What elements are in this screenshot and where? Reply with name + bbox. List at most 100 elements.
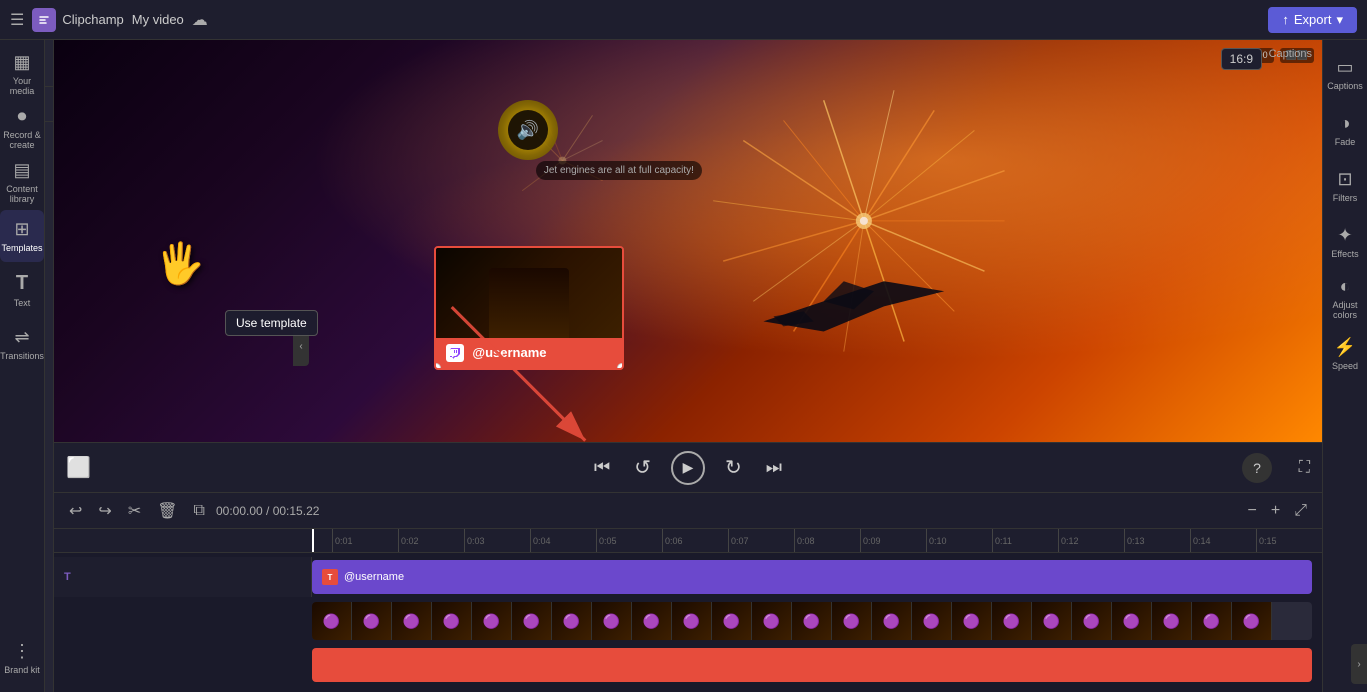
content-library-icon: ▤ [13,160,30,181]
zoom-out-button[interactable]: − [1243,500,1262,522]
twitch-thumb-8: 🟣 [592,602,632,640]
profile-overlay[interactable]: ⊡ ⊠ ↔ ••• [434,246,624,370]
twitch-thumb-9: 🟣 [632,602,672,640]
track-type-icon: T [64,571,71,583]
twitch-thumb-4: 🟣 [432,602,472,640]
fullscreen-button[interactable]: ⛶ [1299,459,1310,477]
help-button[interactable]: ? [1242,453,1272,483]
track-text-label: T @username [312,569,414,585]
track-username-label: @username [344,571,404,583]
topbar-left: ☰ Clipchamp My video ☁ [10,8,208,32]
collapse-right-panel-button[interactable]: › [1351,644,1367,684]
back-header: ← Gaming [45,87,54,122]
cut-button[interactable]: ✂ [123,498,146,524]
ruler-mark-11: 0:11 [992,529,1058,552]
templates-panel: 🔍 ⊟ ← Gaming 00:16 Use template Rain [45,40,54,692]
video-canvas: 🔊 Jet engines are all at full capacity! … [54,40,1322,442]
twitch-thumb-23: 🟣 [1192,602,1232,640]
red-track-clip[interactable] [312,648,1312,682]
sidebar-item-label: Contentlibrary [6,184,38,204]
sidebar-item-label: Transitions [0,351,44,361]
logo-icon [32,8,56,32]
right-panel-label: Captions [1327,81,1363,91]
time-separator: / [266,504,273,518]
sidebar-item-brand-kit[interactable]: ⋮ Brand kit [0,632,44,684]
right-panel-label: Speed [1332,361,1358,371]
sidebar-item-record-create[interactable]: ⏺ Record &create [0,102,44,154]
sidebar-item-text[interactable]: T Text [0,264,44,316]
zoom-in-button[interactable]: + [1266,500,1285,522]
fit-button[interactable]: ⤢ [1289,500,1312,522]
right-panel-item-adjust-colors[interactable]: ◐ Adjustcolors [1323,272,1367,324]
twitch-icon-22: 🟣 [1163,613,1180,630]
sidebar-item-your-media[interactable]: ▦ Your media [0,48,44,100]
sidebar-item-content-library[interactable]: ▤ Contentlibrary [0,156,44,208]
track-text-twitch-icon: T [322,569,338,585]
profile-bar: @username [436,338,622,368]
video-title[interactable]: My video [132,12,184,27]
right-panel-item-effects[interactable]: ✦ Effects [1323,216,1367,268]
twitch-icon-12: 🟣 [763,613,780,630]
skip-to-start-button[interactable]: ⏮ [590,453,614,482]
current-time: 00:00.00 [216,504,263,518]
ruler-mark-9: 0:09 [860,529,926,552]
twitch-icon-17: 🟣 [963,613,980,630]
ruler-mark-0 [312,529,332,552]
track-row-red [312,645,1322,685]
preview-area: 🔊 Jet engines are all at full capacity! … [54,40,1322,492]
play-button[interactable]: ▶ [671,451,705,485]
track-label-text: T [54,557,312,597]
twitch-icon-16: 🟣 [923,613,940,630]
sidebar-item-transitions[interactable]: ⇌ Transitions [0,318,44,370]
your-media-icon: ▦ [13,52,30,73]
text-track-clip[interactable]: T @username [312,560,1312,594]
subtitle-icon[interactable]: ⬜ [66,455,91,480]
right-panel-label: Fade [1335,137,1356,147]
delete-button[interactable]: 🗑 [152,498,182,524]
chat-bubble: Jet engines are all at full capacity! [536,161,702,180]
text-icon: T [16,272,28,295]
duplicate-button[interactable]: ⧉ [189,499,210,523]
twitch-icon-14: 🟣 [843,613,860,630]
main-content: 🔊 Jet engines are all at full capacity! … [54,40,1322,692]
icons-track-clip[interactable]: 🟣 🟣 🟣 🟣 🟣 🟣 🟣 🟣 🟣 🟣 🟣 🟣 🟣 🟣 [312,602,1312,640]
twitch-icon-11: 🟣 [723,613,740,630]
twitch-thumb-24: 🟣 [1232,602,1272,640]
twitch-thumb-20: 🟣 [1072,602,1112,640]
topbar: ☰ Clipchamp My video ☁ ↑ Export ▾ [0,0,1367,40]
zoom-controls: − + ⤢ [1243,500,1313,522]
timeline-ruler: 0:01 0:02 0:03 0:04 0:05 0:06 0:07 0:08 … [54,529,1322,553]
ruler-mark-10: 0:10 [926,529,992,552]
twitch-icon-5: 🟣 [483,613,500,630]
sidebar-item-label: Templates [1,243,42,253]
collapse-panel-button[interactable]: ‹ [293,326,309,366]
filters-icon: ⊡ [1337,169,1352,190]
sidebar-item-templates[interactable]: ⊞ Templates [0,210,44,262]
right-panel-item-filters[interactable]: ⊡ Filters [1323,160,1367,212]
skip-to-end-button[interactable]: ⏭ [762,453,786,482]
twitch-thumb-1: 🟣 [312,602,352,640]
right-panel-item-speed[interactable]: ⚡ Speed [1323,328,1367,380]
rewind-button[interactable]: ↺ [630,451,655,484]
caption-button[interactable]: Captions [1269,48,1312,60]
right-panel-label: Filters [1333,193,1358,203]
record-icon: ⏺ [18,106,27,127]
hamburger-icon[interactable]: ☰ [10,10,24,30]
undo-button[interactable]: ↩ [64,498,87,524]
right-panel-label: Adjustcolors [1332,300,1357,320]
twitch-icon-6: 🟣 [523,613,540,630]
right-panel-item-fade[interactable]: ◑ Fade [1323,104,1367,156]
redo-button[interactable]: ↪ [93,498,116,524]
twitch-icon-1: 🟣 [323,613,340,630]
forward-button[interactable]: ↻ [721,451,746,484]
export-button[interactable]: ↑ Export ▾ [1268,7,1357,33]
twitch-thumb-19: 🟣 [1032,602,1072,640]
templates-grid: 00:16 Use template Rainbow gameplay vide… [45,122,54,692]
aspect-ratio-indicator[interactable]: 16:9 [1221,48,1262,70]
twitch-thumb-14: 🟣 [832,602,872,640]
twitch-icon-3: 🟣 [403,613,420,630]
right-panel-item-captions[interactable]: ▭ Captions [1323,48,1367,100]
profile-person [489,268,569,338]
playhead[interactable] [312,529,314,552]
ruler-marks: 0:01 0:02 0:03 0:04 0:05 0:06 0:07 0:08 … [312,529,1322,552]
